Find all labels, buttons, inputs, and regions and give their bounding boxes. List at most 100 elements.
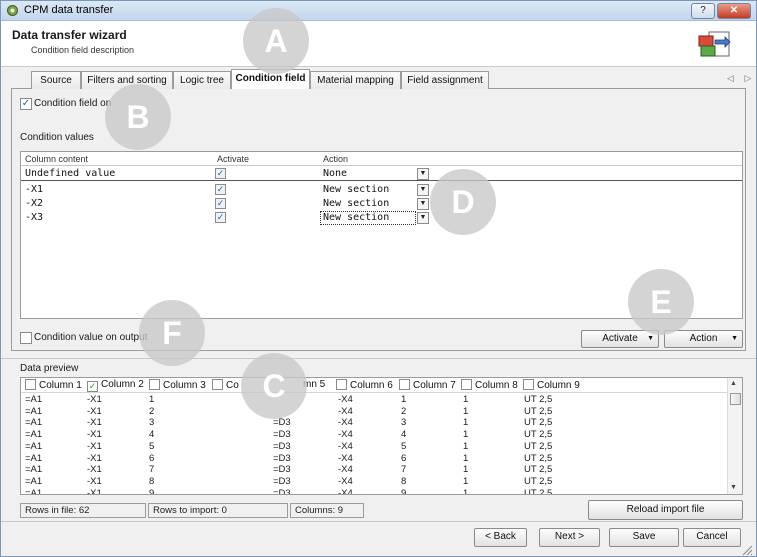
column-checkbox[interactable]	[523, 379, 534, 390]
tab-logic-tree[interactable]: Logic tree	[173, 71, 231, 89]
chevron-down-icon[interactable]: ▼	[417, 184, 429, 196]
table-row[interactable]: =A1 -X1 3 =D3 -X4 3 1 UT 2,5	[21, 417, 727, 429]
condition-value-on-output-checkbox[interactable]	[20, 332, 32, 344]
table-cell: 4	[149, 429, 155, 441]
condition-row[interactable]: -X2 ✓ New section ▼	[21, 197, 742, 211]
activate-dropdown-button[interactable]: Activate ▼	[581, 330, 659, 348]
marker-a: A	[243, 8, 309, 74]
column-label: Column 8	[475, 380, 518, 391]
wizard-subtitle: Condition field description	[31, 45, 135, 55]
condition-row[interactable]: -X1 ✓ New section ▼	[21, 183, 742, 197]
condition-row[interactable]: Undefined value ✓ None ▼	[21, 167, 742, 181]
table-row[interactable]: =A1 -X1 2 -X4 2 1 UT 2,5	[21, 406, 727, 418]
table-cell: =A1	[25, 394, 43, 405]
activate-button-label: Activate	[602, 333, 638, 344]
scroll-down-icon[interactable]: ▼	[730, 484, 737, 491]
table-cell: =D3	[273, 452, 291, 464]
tab-source[interactable]: Source	[31, 71, 81, 89]
row-content: -X3	[25, 212, 44, 223]
table-cell: UT 2,5	[524, 440, 553, 452]
table-row[interactable]: =A1 -X1 5 =D3 -X4 5 1 UT 2,5	[21, 441, 727, 453]
column-label: Column 9	[537, 380, 580, 391]
marker-c: C	[241, 353, 307, 419]
column-checkbox[interactable]	[149, 379, 160, 390]
table-cell: -X4	[338, 487, 353, 495]
chevron-down-icon[interactable]: ▼	[417, 198, 429, 210]
tab-scroll-arrows[interactable]: ◁ ▷	[727, 73, 755, 84]
activate-checkbox[interactable]: ✓	[215, 168, 226, 179]
column-checkbox[interactable]	[212, 379, 223, 390]
table-cell: =D3	[273, 429, 291, 441]
column-checkbox[interactable]	[461, 379, 472, 390]
column-checkbox[interactable]: ✓	[87, 381, 98, 392]
column-checkbox[interactable]	[399, 379, 410, 390]
column-checkbox[interactable]	[336, 379, 347, 390]
table-row[interactable]: =A1 -X1 7 =D3 -X4 7 1 UT 2,5	[21, 464, 727, 476]
table-cell: 9	[401, 487, 407, 495]
tab-field-assignment[interactable]: Field assignment	[401, 71, 489, 89]
column-label: Column 6	[350, 380, 393, 391]
data-transfer-icon	[698, 31, 731, 57]
table-cell: =D3	[273, 464, 291, 476]
condition-values-label: Condition values	[20, 132, 94, 143]
table-cell: UT 2,5	[524, 475, 553, 487]
table-row[interactable]: =A1 -X1 8 =D3 -X4 8 1 UT 2,5	[21, 476, 727, 488]
section-divider	[1, 358, 756, 359]
table-row[interactable]: =A1 -X1 4 =D3 -X4 4 1 UT 2,5	[21, 429, 727, 441]
table-cell: -X1	[87, 394, 102, 405]
condition-field-on-checkbox[interactable]: ✓	[20, 98, 32, 110]
reload-import-file-button[interactable]: Reload import file	[588, 500, 743, 520]
close-button[interactable]: ✕	[717, 3, 751, 19]
table-cell: UT 2,5	[524, 429, 553, 441]
app-gear-icon	[7, 5, 18, 16]
table-row[interactable]: =A1 -X1 1 -X4 1 1 UT 2,5	[21, 394, 727, 406]
table-row[interactable]: =A1 -X1 9 =D3 -X4 9 1 UT 2,5	[21, 487, 727, 495]
preview-column-6[interactable]: Column 6	[336, 379, 393, 392]
condition-row[interactable]: -X3 ✓ New section ▼	[21, 211, 742, 225]
preview-column-7[interactable]: Column 7	[399, 379, 456, 392]
rows-to-import-status: Rows to import: 0	[148, 503, 288, 518]
table-cell: UT 2,5	[524, 487, 553, 495]
table-cell: UT 2,5	[524, 452, 553, 464]
table-cell: =A1	[25, 464, 43, 476]
table-cell: -X1	[87, 475, 102, 487]
preview-column-8[interactable]: Column 8	[461, 379, 518, 392]
wizard-title: Data transfer wizard	[12, 28, 127, 42]
preview-column-9[interactable]: Column 9	[523, 379, 580, 392]
chevron-down-icon[interactable]: ▼	[417, 168, 429, 180]
next-button[interactable]: Next >	[539, 528, 600, 547]
cancel-button[interactable]: Cancel	[683, 528, 741, 547]
chevron-down-icon[interactable]: ▼	[417, 212, 429, 224]
rows-in-file-status: Rows in file: 62	[20, 503, 146, 518]
grid-header: Column content Activate Action	[21, 152, 742, 166]
column-label: Column 2	[101, 379, 144, 390]
scroll-up-icon[interactable]: ▲	[730, 380, 737, 387]
column-checkbox[interactable]	[25, 379, 36, 390]
preview-column-4[interactable]: Co	[212, 379, 239, 392]
table-cell: =D3	[273, 440, 291, 452]
preview-scrollbar[interactable]: ▲ ▼	[727, 378, 742, 494]
marker-d: D	[430, 169, 496, 235]
column-label: Column 1	[39, 380, 82, 391]
scroll-thumb[interactable]	[730, 393, 741, 405]
table-cell: UT 2,5	[524, 405, 553, 417]
activate-checkbox[interactable]: ✓	[215, 198, 226, 209]
preview-column-3[interactable]: Column 3	[149, 379, 206, 392]
col-header-action: Action	[323, 154, 349, 164]
activate-checkbox[interactable]: ✓	[215, 184, 226, 195]
preview-column-1[interactable]: Column 1	[25, 379, 82, 392]
action-dropdown-button[interactable]: Action ▼	[664, 330, 743, 348]
back-button[interactable]: < Back	[474, 528, 527, 547]
preview-header: Column 1 ✓ Column 2 Column 3 Co mn 5 Colu…	[21, 378, 727, 393]
save-button[interactable]: Save	[609, 528, 679, 547]
table-cell: 5	[401, 440, 407, 452]
tab-material-mapping[interactable]: Material mapping	[310, 71, 401, 89]
table-cell: 6	[149, 452, 155, 464]
table-cell: =A1	[25, 475, 43, 487]
resize-grip-icon[interactable]	[739, 542, 753, 556]
table-row[interactable]: =A1 -X1 6 =D3 -X4 6 1 UT 2,5	[21, 453, 727, 465]
help-button[interactable]: ?	[691, 3, 715, 19]
preview-column-2[interactable]: ✓ Column 2	[87, 379, 144, 392]
activate-checkbox[interactable]: ✓	[215, 212, 226, 223]
table-cell: =A1	[25, 429, 43, 441]
